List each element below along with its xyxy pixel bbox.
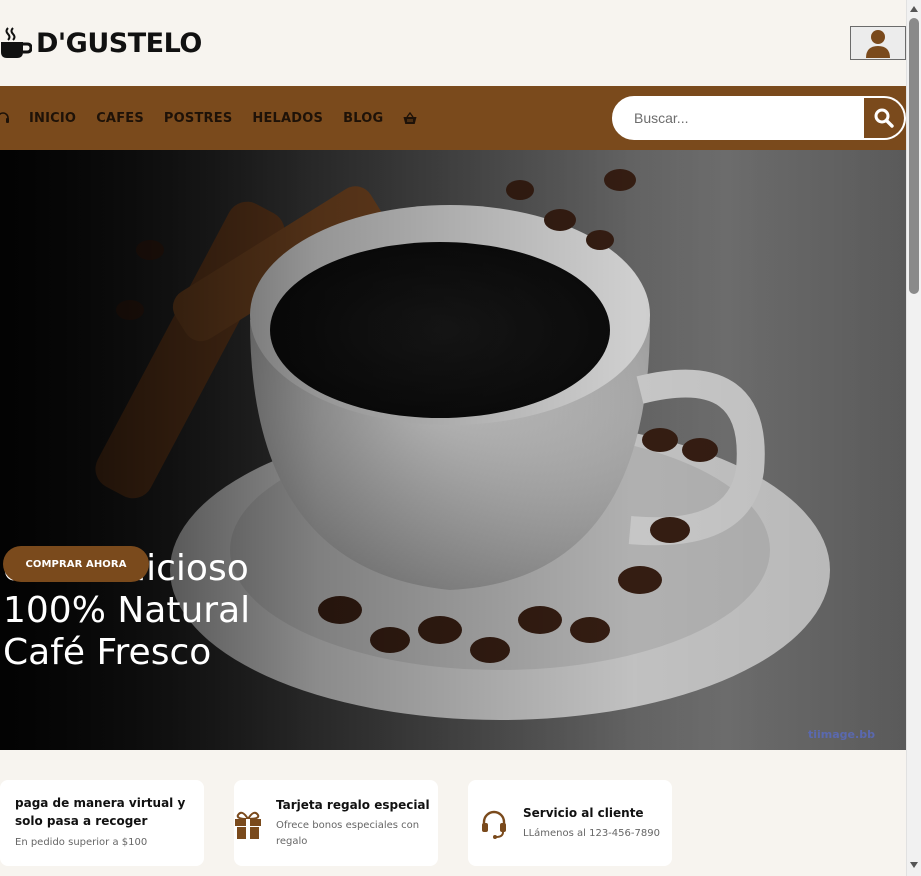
scroll-thumb[interactable]: [909, 18, 919, 294]
nav-item-helados[interactable]: HELADOS: [252, 111, 323, 126]
feature-desc: Ofrece bonos especiales con regalo: [276, 820, 420, 847]
nav-item-inicio[interactable]: INICIO: [29, 111, 76, 126]
basket-icon[interactable]: [403, 111, 417, 125]
headset-icon: [482, 810, 506, 839]
nav-links: INICIO CAFES POSTRES HELADOS BLOG: [0, 86, 437, 150]
feature-desc: En pedido superior a $100: [15, 837, 148, 848]
buy-now-button[interactable]: COMPRAR AHORA: [3, 546, 149, 582]
page-scrollbar[interactable]: [906, 0, 921, 876]
site-header: D'GUSTELO: [0, 0, 906, 86]
search-button[interactable]: [864, 98, 904, 138]
feature-title: paga de manera virtual y solo pasa a rec…: [15, 796, 186, 828]
user-account-button[interactable]: [850, 26, 906, 60]
feature-title: Tarjeta regalo especial: [276, 798, 430, 812]
feature-card-gift: Tarjeta regalo especial Ofrece bonos esp…: [234, 780, 438, 866]
feature-card-pickup: paga de manera virtual y solo pasa a rec…: [0, 780, 204, 866]
nav-item-postres[interactable]: POSTRES: [164, 111, 232, 126]
hero-banner: cafe delicioso 100% Natural Café Fresco: [0, 150, 906, 750]
main-nav: INICIO CAFES POSTRES HELADOS BLOG: [0, 86, 906, 150]
coffee-cup-icon: [1, 27, 32, 58]
nav-item-cafes[interactable]: CAFES: [96, 111, 144, 126]
hero-line-3: Café Fresco: [3, 632, 212, 673]
feature-title: Servicio al cliente: [523, 806, 644, 820]
scroll-down-icon[interactable]: [910, 862, 918, 868]
image-watermark: tiimage.bb: [808, 728, 875, 741]
scroll-up-icon[interactable]: [910, 6, 918, 12]
search-icon: [874, 108, 894, 128]
hero-line-2: 100% Natural: [3, 590, 251, 631]
nav-item-blog[interactable]: BLOG: [343, 111, 383, 126]
feature-desc: LLámenos al 123-456-7890: [523, 828, 660, 839]
search-input[interactable]: [614, 98, 864, 138]
brand-name: D'GUSTELO: [36, 27, 202, 59]
user-icon: [866, 30, 890, 58]
gift-icon: [235, 811, 261, 839]
brand-logo[interactable]: D'GUSTELO: [0, 26, 202, 60]
feature-card-support: Servicio al cliente LLámenos al 123-456-…: [468, 780, 672, 866]
search-box: [612, 96, 906, 140]
headset-icon[interactable]: [0, 111, 10, 125]
